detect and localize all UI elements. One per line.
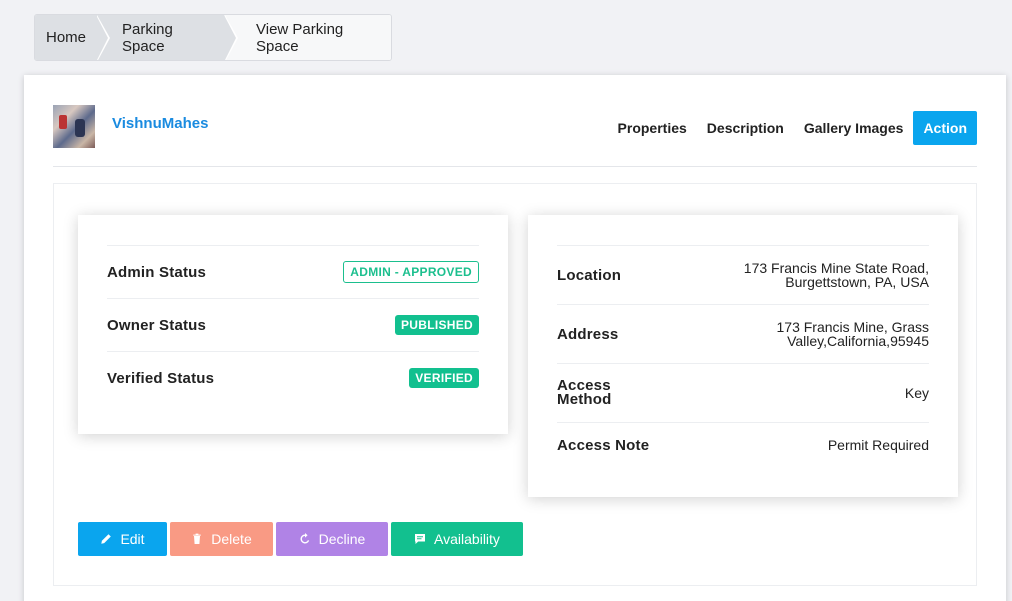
tab-action[interactable]: Action — [913, 111, 977, 145]
action-buttons: Edit Delete Decline Availability — [78, 522, 523, 556]
edit-button-label: Edit — [120, 531, 145, 547]
tab-gallery-images[interactable]: Gallery Images — [794, 111, 914, 145]
breadcrumb-home-label: Home — [46, 29, 87, 46]
access-method-label: Access Method — [557, 378, 627, 408]
access-note-label: Access Note — [557, 436, 650, 454]
owner-status-label: Owner Status — [107, 316, 207, 334]
trash-icon — [193, 533, 202, 544]
edit-button[interactable]: Edit — [78, 522, 167, 556]
breadcrumb: Home Parking Space View Parking Space — [34, 14, 392, 61]
details-panel: Location 173 Francis Mine State Road, Bu… — [528, 215, 958, 497]
admin-status-row: Admin Status ADMIN - APPROVED — [107, 245, 479, 298]
address-label: Address — [557, 325, 619, 343]
availability-button[interactable]: Availability — [391, 522, 523, 556]
breadcrumb-parking-space[interactable]: Parking Space — [96, 15, 238, 60]
access-note-value: Permit Required — [827, 437, 929, 453]
address-value: 173 Francis Mine, Grass Valley,Californi… — [777, 320, 930, 348]
access-method-label-line-2: Method — [557, 391, 612, 408]
verified-status-badge: VERIFIED — [409, 368, 479, 388]
address-line-2: Valley,California,95945 — [787, 333, 929, 349]
decline-button-label: Decline — [318, 531, 366, 547]
breadcrumb-current: View Parking Space — [224, 15, 391, 60]
access-method-value: Key — [904, 385, 929, 401]
delete-button[interactable]: Delete — [170, 522, 273, 556]
location-value: 173 Francis Mine State Road, Burgettstow… — [744, 261, 929, 289]
pencil-icon — [101, 534, 112, 544]
availability-button-label: Availability — [434, 531, 500, 547]
chat-icon — [415, 534, 426, 544]
delete-button-label: Delete — [211, 531, 252, 547]
tab-properties[interactable]: Properties — [608, 111, 697, 145]
tab-description[interactable]: Description — [697, 111, 794, 145]
action-tab-content: Admin Status ADMIN - APPROVED Owner Stat… — [53, 183, 977, 586]
breadcrumb-parking-space-label: Parking Space — [122, 20, 173, 55]
verified-status-row: Verified Status VERIFIED — [107, 351, 479, 404]
access-method-row: Access Method Key — [557, 363, 929, 422]
breadcrumb-current-label: View Parking Space — [256, 20, 344, 55]
refresh-icon — [300, 533, 309, 544]
location-row: Location 173 Francis Mine State Road, Bu… — [557, 245, 929, 304]
owner-status-row: Owner Status PUBLISHED — [107, 298, 479, 351]
access-note-row: Access Note Permit Required — [557, 422, 929, 467]
parking-space-card: VishnuMahes Properties Description Galle… — [24, 75, 1006, 601]
status-panel: Admin Status ADMIN - APPROVED Owner Stat… — [78, 215, 508, 434]
address-row: Address 173 Francis Mine, Grass Valley,C… — [557, 304, 929, 363]
decline-button[interactable]: Decline — [276, 522, 388, 556]
owner-status-badge: PUBLISHED — [394, 315, 479, 335]
breadcrumb-home[interactable]: Home — [35, 15, 110, 60]
verified-status-label: Verified Status — [107, 369, 215, 387]
avatar[interactable] — [53, 105, 95, 148]
header-divider — [53, 166, 977, 167]
admin-status-label: Admin Status — [107, 263, 207, 281]
owner-username-link[interactable]: VishnuMahes — [112, 115, 208, 132]
view-tabs: Properties Description Gallery Images Ac… — [608, 111, 977, 145]
location-line-2: Burgettstown, PA, USA — [785, 274, 929, 290]
admin-status-badge: ADMIN - APPROVED — [343, 261, 479, 283]
location-label: Location — [557, 266, 622, 284]
